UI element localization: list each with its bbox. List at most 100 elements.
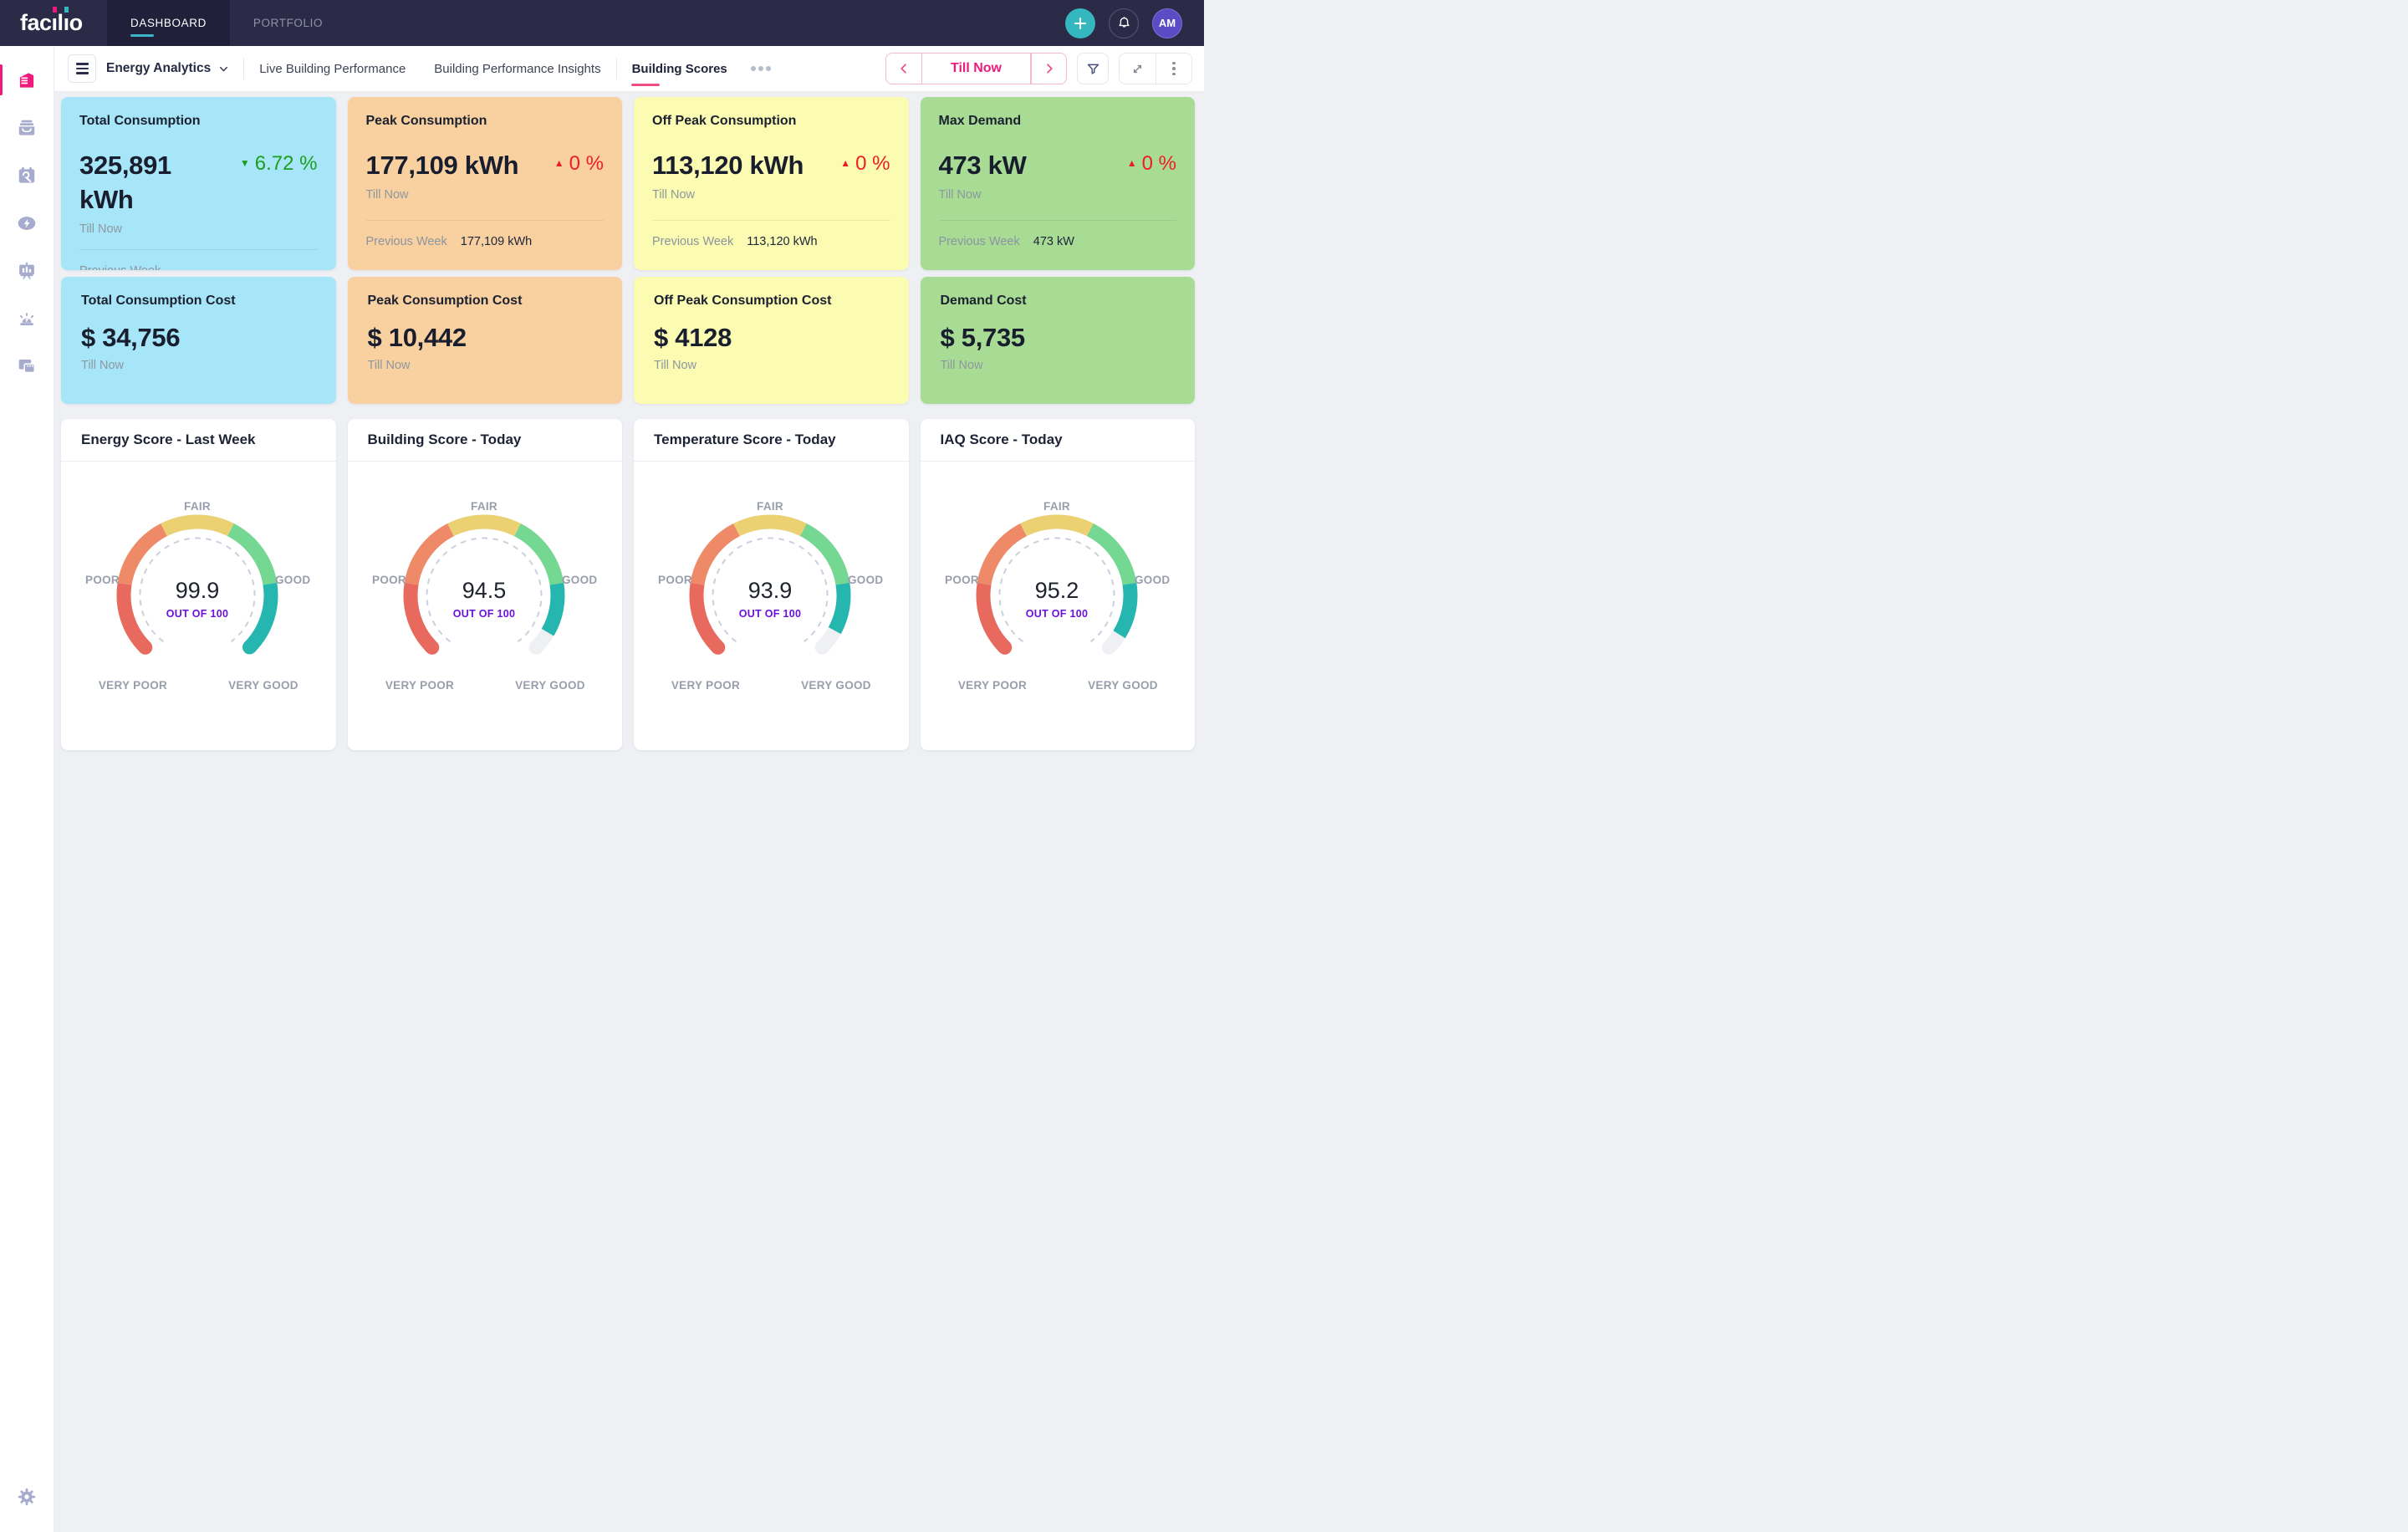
previous-week-label: Previous Week <box>939 235 1020 248</box>
svg-text:POOR: POOR <box>85 574 120 586</box>
svg-text:VERY GOOD: VERY GOOD <box>801 679 871 692</box>
card-period: Till Now <box>652 188 890 202</box>
card-total-consumption[interactable]: Total Consumption 325,891 kWh ▼ 6.72 % T… <box>61 97 336 270</box>
sidebar-item-energy[interactable] <box>0 199 54 247</box>
hamburger-menu-button[interactable] <box>68 54 96 83</box>
svg-text:POOR: POOR <box>945 574 979 586</box>
card-off-peak-consumption-cost[interactable]: Off Peak Consumption Cost $ 4128 Till No… <box>634 277 909 404</box>
tab-dashboard[interactable]: DASHBOARD <box>107 0 230 46</box>
card-title: Building Score - Today <box>368 432 522 448</box>
trend-indicator: ▼ 6.72 % <box>224 149 318 175</box>
card-off-peak-consumption[interactable]: Off Peak Consumption 113,120 kWh ▲ 0 % T… <box>634 97 909 270</box>
card-title: Off Peak Consumption Cost <box>654 294 889 309</box>
gauge-svg: VERY POORPOORFAIRGOODVERY GOOD95.2OUT OF… <box>931 488 1184 701</box>
card-footer: Previous Week 113,120 kWh <box>652 220 890 270</box>
trend-up-icon: ▲ <box>554 153 564 173</box>
card-footer: Previous Week <box>79 249 318 270</box>
filter-button[interactable] <box>1077 53 1109 84</box>
time-range-prev-button[interactable] <box>886 54 921 84</box>
dashboard-content: Total Consumption 325,891 kWh ▼ 6.72 % T… <box>54 92 1204 750</box>
card-title: Peak Consumption Cost <box>368 294 603 309</box>
card-energy-score[interactable]: Energy Score - Last Week VERY POORPOORFA… <box>61 419 336 750</box>
svg-text:VERY GOOD: VERY GOOD <box>228 679 298 692</box>
divider <box>616 58 617 79</box>
previous-week-value: 113,120 kWh <box>747 235 817 248</box>
tab-live-building-performance[interactable]: Live Building Performance <box>258 62 407 76</box>
card-peak-consumption-cost[interactable]: Peak Consumption Cost $ 10,442 Till Now <box>348 277 623 404</box>
previous-week-label: Previous Week <box>79 264 161 270</box>
gauge-chart: VERY POORPOORFAIRGOODVERY GOOD99.9OUT OF… <box>61 462 336 750</box>
sidebar-item-maintenance[interactable] <box>0 151 54 199</box>
card-building-score[interactable]: Building Score - Today VERY POORPOORFAIR… <box>348 419 623 750</box>
chevron-right-icon <box>1043 62 1056 75</box>
time-range-next-button[interactable] <box>1031 54 1066 84</box>
trend-value: 0 % <box>855 153 890 175</box>
card-period: Till Now <box>366 188 605 202</box>
cost-row: Total Consumption Cost $ 34,756 Till Now… <box>61 277 1195 404</box>
card-value: 325,891 kWh <box>79 149 216 217</box>
topbar-actions: AM <box>1065 8 1204 38</box>
sidebar-item-inbox[interactable] <box>0 104 54 151</box>
svg-text:OUT OF 100: OUT OF 100 <box>1025 608 1088 620</box>
sidebar-item-alarms[interactable] <box>0 294 54 342</box>
sidebar-item-settings[interactable] <box>0 1473 54 1520</box>
card-peak-consumption[interactable]: Peak Consumption 177,109 kWh ▲ 0 % Till … <box>348 97 623 270</box>
card-max-demand[interactable]: Max Demand 473 kW ▲ 0 % Till Now Previou… <box>921 97 1196 270</box>
plus-icon <box>1074 17 1087 30</box>
trend-indicator: ▲ 0 % <box>1127 149 1176 175</box>
avatar[interactable]: AM <box>1152 8 1182 38</box>
sidebar <box>0 46 54 1532</box>
trend-up-icon: ▲ <box>840 153 850 173</box>
card-iaq-score[interactable]: IAQ Score - Today VERY POORPOORFAIRGOODV… <box>921 419 1196 750</box>
card-footer: Previous Week 473 kW <box>939 220 1177 270</box>
svg-text:FAIR: FAIR <box>184 500 211 513</box>
card-title: Total Consumption Cost <box>81 294 316 309</box>
svg-text:VERY POOR: VERY POOR <box>99 679 167 692</box>
more-tabs-button[interactable] <box>751 66 771 71</box>
gauge-svg: VERY POORPOORFAIRGOODVERY GOOD93.9OUT OF… <box>645 488 897 701</box>
svg-text:OUT OF 100: OUT OF 100 <box>166 608 229 620</box>
svg-text:GOOD: GOOD <box>275 574 310 586</box>
svg-text:VERY GOOD: VERY GOOD <box>515 679 585 692</box>
tab-portfolio[interactable]: PORTFOLIO <box>230 0 346 46</box>
card-value: 177,109 kWh <box>366 149 519 183</box>
card-title: Max Demand <box>939 114 1177 129</box>
card-actions <box>1119 53 1192 84</box>
board-chart-icon <box>16 260 38 282</box>
time-range-label[interactable]: Till Now <box>921 54 1031 84</box>
card-period: Till Now <box>654 359 889 372</box>
sidebar-item-building[interactable] <box>0 56 54 104</box>
facilio-logo[interactable]: facılıo <box>0 10 107 36</box>
notifications-button[interactable] <box>1109 8 1139 38</box>
svg-text:VERY POOR: VERY POOR <box>671 679 740 692</box>
svg-text:94.5: 94.5 <box>462 578 506 603</box>
expand-button[interactable] <box>1120 54 1156 84</box>
divider <box>243 58 244 79</box>
trend-indicator: ▲ 0 % <box>840 149 890 175</box>
kebab-icon <box>1172 62 1176 76</box>
svg-text:FAIR: FAIR <box>471 500 497 513</box>
trend-up-icon: ▲ <box>1127 153 1137 173</box>
building-icon <box>16 69 38 91</box>
add-button[interactable] <box>1065 8 1095 38</box>
card-demand-cost[interactable]: Demand Cost $ 5,735 Till Now <box>921 277 1196 404</box>
dashboard-selector[interactable]: Energy Analytics <box>106 61 230 76</box>
bell-icon <box>1116 15 1132 31</box>
svg-text:GOOD: GOOD <box>848 574 883 586</box>
card-title: Peak Consumption <box>366 114 605 129</box>
svg-text:GOOD: GOOD <box>1135 574 1170 586</box>
sidebar-item-dashboards[interactable] <box>0 247 54 294</box>
card-value: 113,120 kWh <box>652 149 804 183</box>
filter-funnel-icon <box>1085 61 1101 77</box>
tab-building-performance-insights[interactable]: Building Performance Insights <box>432 62 602 76</box>
tab-building-scores[interactable]: Building Scores <box>630 62 729 76</box>
alarm-siren-icon <box>16 308 38 329</box>
card-period: Till Now <box>939 188 1177 202</box>
kebab-menu-button[interactable] <box>1156 54 1191 84</box>
sidebar-item-apps[interactable] <box>0 342 54 390</box>
card-title: IAQ Score - Today <box>941 432 1063 448</box>
card-value: $ 5,735 <box>941 323 1176 353</box>
card-title: Demand Cost <box>941 294 1176 309</box>
card-temperature-score[interactable]: Temperature Score - Today VERY POORPOORF… <box>634 419 909 750</box>
card-total-consumption-cost[interactable]: Total Consumption Cost $ 34,756 Till Now <box>61 277 336 404</box>
